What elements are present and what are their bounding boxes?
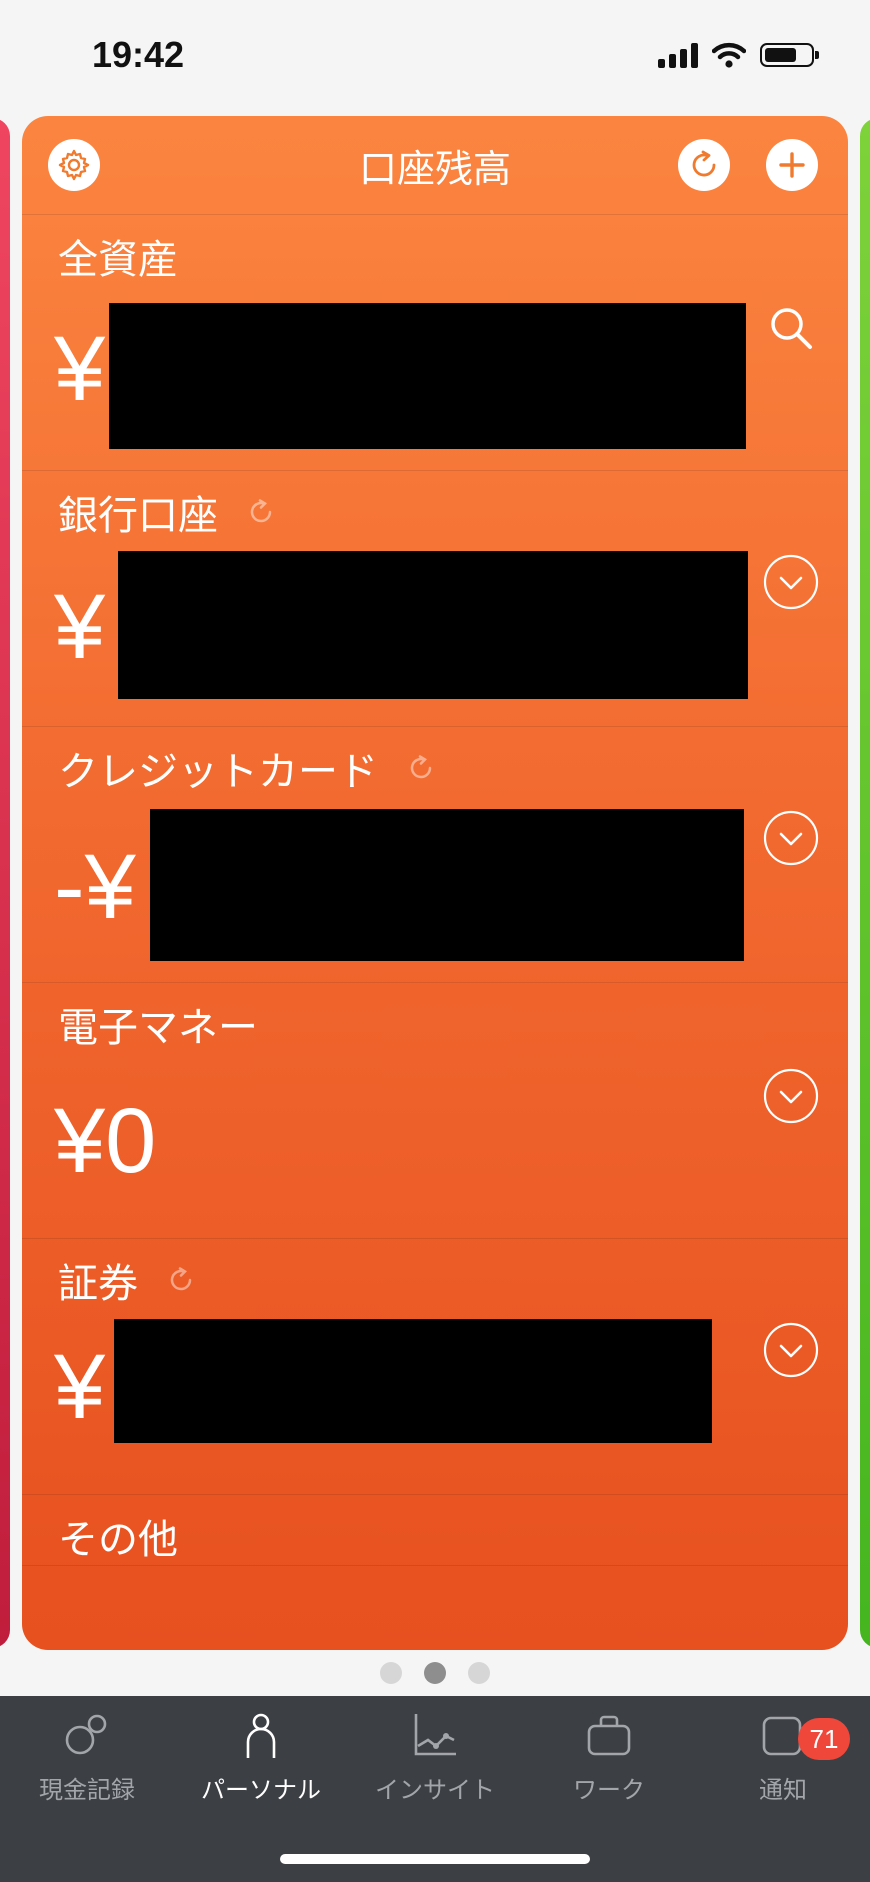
chart-line-icon	[414, 1714, 456, 1756]
refresh-icon	[692, 150, 716, 177]
tab-label: 現金記録	[39, 1776, 135, 1804]
tab-label: ワーク	[573, 1776, 645, 1804]
chevron-down-icon[interactable]	[762, 553, 820, 611]
search-icon[interactable]	[764, 301, 820, 357]
section-other[interactable]: その他	[22, 1495, 848, 1566]
chevron-down-icon[interactable]	[762, 1321, 820, 1379]
section-label: その他	[58, 1517, 178, 1563]
section-e-money[interactable]: 電子マネー ¥0	[22, 983, 848, 1239]
status-icons	[658, 42, 819, 68]
briefcase-icon	[587, 1715, 631, 1756]
section-label: 証券	[58, 1261, 138, 1307]
section-label: 電子マネー	[58, 1005, 258, 1051]
redacted-amount	[150, 809, 744, 961]
redacted-amount	[109, 303, 746, 449]
section-label: 全資産	[58, 237, 178, 283]
section-label: クレジットカード	[58, 749, 378, 795]
battery-icon	[760, 43, 819, 67]
cash-record-icon	[65, 1714, 107, 1755]
section-all-assets[interactable]: 全資産 ¥	[22, 215, 848, 471]
plus-icon	[779, 152, 805, 178]
tab-label: インサイト	[375, 1776, 495, 1804]
chevron-down-icon[interactable]	[762, 1067, 820, 1125]
signal-icon	[658, 42, 698, 68]
tab-insight[interactable]: インサイト	[348, 1710, 522, 1805]
tab-personal[interactable]: パーソナル	[174, 1710, 348, 1805]
section-label: 銀行口座	[58, 493, 218, 539]
person-icon	[246, 1713, 276, 1758]
page-dot[interactable]	[468, 1662, 490, 1684]
amount-prefix: -¥	[54, 836, 136, 938]
page-dot[interactable]	[380, 1662, 402, 1684]
wifi-icon	[712, 42, 746, 68]
redacted-amount	[114, 1319, 712, 1443]
section-credit-cards[interactable]: クレジットカード -¥	[22, 727, 848, 983]
sync-icon	[410, 755, 432, 779]
account-balance-card: 口座残高 全資産 ¥ 銀行口座 ¥ クレジットカード -¥ 電子マネー ¥0 証…	[22, 116, 848, 1650]
amount-prefix: ¥	[54, 576, 106, 678]
home-indicator[interactable]	[280, 1854, 590, 1864]
add-account-button[interactable]	[766, 139, 818, 191]
sync-icon	[170, 1267, 192, 1291]
tab-label: パーソナル	[201, 1776, 321, 1804]
redacted-amount	[118, 551, 748, 699]
page-dot-active[interactable]	[424, 1662, 446, 1684]
sync-icon	[250, 499, 272, 523]
status-time: 19:42	[92, 34, 185, 75]
tab-notifications[interactable]: 71 通知	[696, 1710, 870, 1805]
tab-label: 通知	[759, 1776, 807, 1804]
section-securities[interactable]: 証券 ¥	[22, 1239, 848, 1495]
tab-cash-record[interactable]: 現金記録	[0, 1710, 174, 1805]
adjacent-card-right[interactable]	[860, 118, 870, 1648]
card-header: 口座残高	[22, 116, 848, 215]
adjacent-card-left[interactable]	[0, 118, 10, 1648]
section-bank-accounts[interactable]: 銀行口座 ¥	[22, 471, 848, 727]
page-indicator[interactable]	[0, 1662, 870, 1684]
notification-badge: 71	[798, 1718, 850, 1760]
amount-prefix: ¥	[54, 1336, 106, 1438]
amount-prefix: ¥	[54, 318, 106, 420]
chevron-down-icon[interactable]	[762, 809, 820, 867]
tab-work[interactable]: ワーク	[522, 1710, 696, 1805]
refresh-button[interactable]	[678, 139, 730, 191]
amount-value: ¥0	[54, 1090, 157, 1192]
